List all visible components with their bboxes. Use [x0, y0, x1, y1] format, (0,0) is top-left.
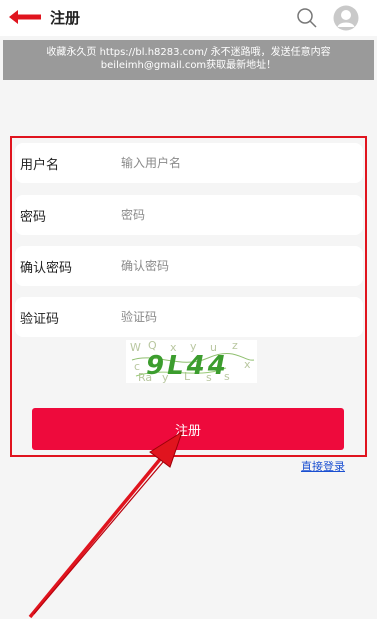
direct-login-link[interactable]: 直接登录 [301, 458, 345, 474]
captcha-image[interactable]: WQx yuz cx Ra y L ss 9L44 [126, 340, 257, 383]
user-avatar-icon[interactable] [333, 5, 359, 31]
svg-text:z: z [232, 340, 238, 352]
username-row: 用户名 [15, 143, 363, 183]
captcha-input[interactable] [121, 303, 351, 331]
register-button[interactable]: 注册 [32, 408, 344, 450]
password-row: 密码 [15, 195, 363, 235]
top-bar: 注册 [0, 0, 377, 36]
captcha-row: 验证码 [15, 297, 363, 337]
confirm-password-row: 确认密码 [15, 246, 363, 286]
page-title: 注册 [50, 9, 81, 27]
register-form: 用户名 密码 确认密码 验证码 WQx yuz cx RayL ss 9L44 … [10, 136, 367, 457]
notice-banner: 收藏永久页 https://bl.h8283.com/ 永不迷路哦，发送任意内容… [3, 40, 374, 80]
confirm-password-input[interactable] [121, 252, 351, 280]
confirm-password-label: 确认密码 [20, 261, 73, 276]
notice-line-2: beileimh@gmail.com获取最新地址！ [100, 60, 277, 71]
notice-line-1: 收藏永久页 https://bl.h8283.com/ 永不迷路哦，发送任意内容 [46, 47, 331, 58]
captcha-text: 9L44 [146, 351, 229, 381]
back-arrow-icon[interactable] [9, 10, 41, 24]
svg-text:W: W [130, 341, 141, 354]
password-label: 密码 [20, 210, 47, 225]
username-label: 用户名 [20, 158, 60, 173]
password-input[interactable] [121, 201, 351, 229]
username-input[interactable] [121, 149, 351, 177]
captcha-label: 验证码 [20, 312, 60, 327]
search-icon[interactable] [296, 7, 318, 29]
